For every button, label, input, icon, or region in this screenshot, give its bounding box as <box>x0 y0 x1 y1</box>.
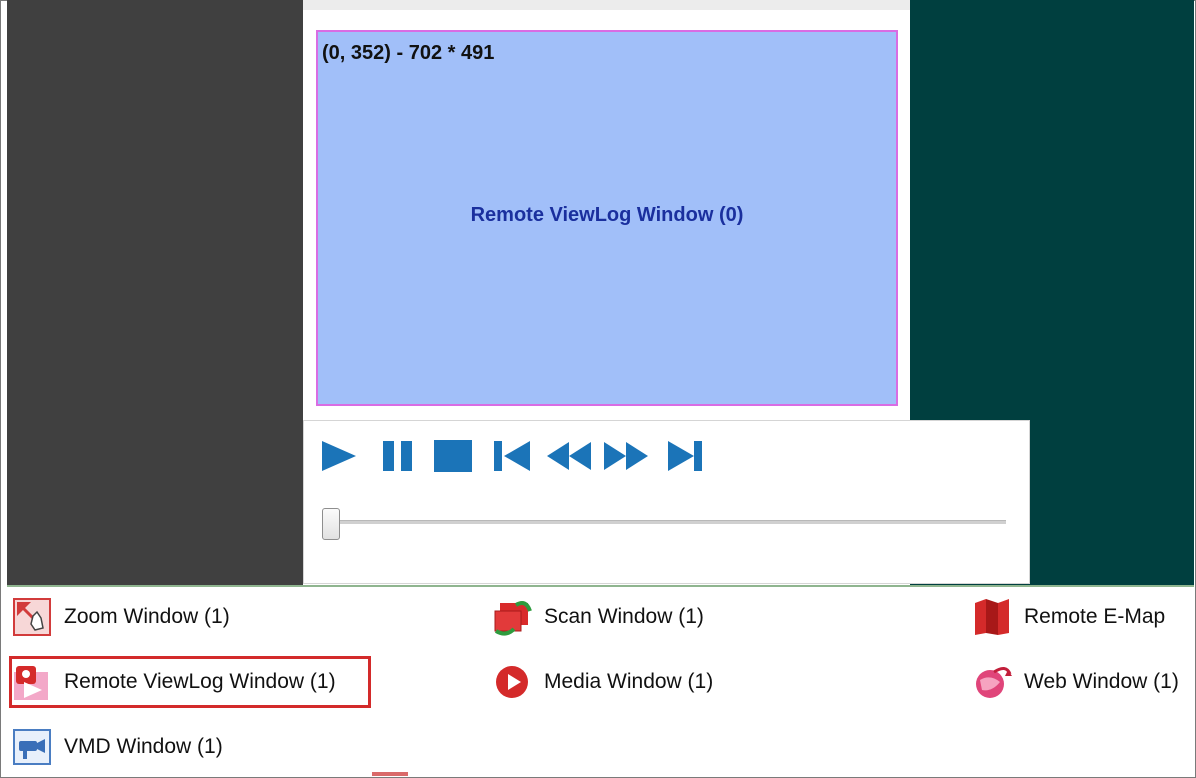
vmd-camera-icon <box>12 727 52 767</box>
skip-to-start-button[interactable] <box>492 436 532 476</box>
vmd-window-item[interactable]: VMD Window (1) <box>12 724 223 770</box>
playback-slider-track[interactable] <box>330 520 1006 524</box>
zoom-window-label: Zoom Window (1) <box>64 605 230 628</box>
play-icon <box>322 441 356 471</box>
pause-button[interactable] <box>381 436 415 476</box>
skip-to-end-button[interactable] <box>666 436 706 476</box>
remote-viewlog-pane[interactable]: (0, 352) - 702 * 491 Remote ViewLog Wind… <box>316 30 898 406</box>
stop-icon <box>434 440 472 472</box>
scan-window-label: Scan Window (1) <box>544 605 704 628</box>
remote-emap-label: Remote E-Map <box>1024 605 1166 628</box>
pane-title: Remote ViewLog Window (0) <box>470 204 744 226</box>
selection-highlight <box>9 656 371 708</box>
media-play-icon <box>492 662 532 702</box>
media-window-label: Media Window (1) <box>544 670 714 693</box>
web-window-label: Web Window (1) <box>1024 670 1179 693</box>
left-dark-area <box>7 0 303 586</box>
fast-forward-icon <box>604 442 648 470</box>
stop-button[interactable] <box>432 436 476 476</box>
zoom-window-icon <box>12 597 52 637</box>
scan-window-item[interactable]: Scan Window (1) <box>492 594 704 640</box>
web-window-item[interactable]: Web Window (1) <box>972 659 1179 705</box>
zoom-window-item[interactable]: Zoom Window (1) <box>12 594 230 640</box>
pause-icon <box>383 441 412 471</box>
rewind-icon <box>547 442 591 470</box>
pane-coordinates: (0, 352) - 702 * 491 <box>322 42 495 64</box>
skip-to-end-icon <box>668 441 702 471</box>
scan-window-icon <box>492 597 532 637</box>
media-window-item[interactable]: Media Window (1) <box>492 659 713 705</box>
map-icon <box>972 597 1012 637</box>
partial-icon <box>372 772 408 776</box>
remote-emap-item[interactable]: Remote E-Map <box>972 594 1165 640</box>
play-button[interactable] <box>320 436 358 476</box>
center-top-strip <box>303 0 910 10</box>
playback-slider-thumb[interactable] <box>322 508 340 540</box>
rewind-button[interactable] <box>545 436 595 476</box>
skip-to-start-icon <box>494 441 530 471</box>
fast-forward-button[interactable] <box>602 436 652 476</box>
globe-icon <box>972 662 1012 702</box>
vmd-window-label: VMD Window (1) <box>64 735 223 758</box>
